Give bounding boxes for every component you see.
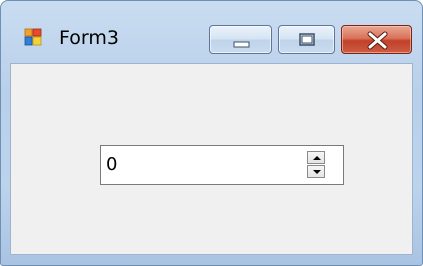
up-arrow-icon <box>313 156 321 160</box>
minimize-icon <box>233 41 250 48</box>
minimize-button[interactable] <box>209 25 272 54</box>
close-icon <box>367 31 388 50</box>
spin-up-button[interactable] <box>307 151 325 164</box>
down-arrow-icon <box>313 170 321 174</box>
title-bar[interactable]: Form3 <box>1 1 422 63</box>
spin-buttons <box>307 151 325 179</box>
form3-window: Form3 0 <box>0 0 423 266</box>
numeric-value[interactable]: 0 <box>106 154 117 176</box>
spin-down-button[interactable] <box>307 165 325 178</box>
window-title: Form3 <box>59 27 119 49</box>
numeric-updown[interactable]: 0 <box>100 145 344 185</box>
maximize-button[interactable] <box>278 25 335 54</box>
close-button[interactable] <box>341 25 412 54</box>
maximize-icon <box>299 33 315 46</box>
form-window-icon[interactable] <box>24 28 42 46</box>
form-client-area: 0 <box>10 63 413 255</box>
